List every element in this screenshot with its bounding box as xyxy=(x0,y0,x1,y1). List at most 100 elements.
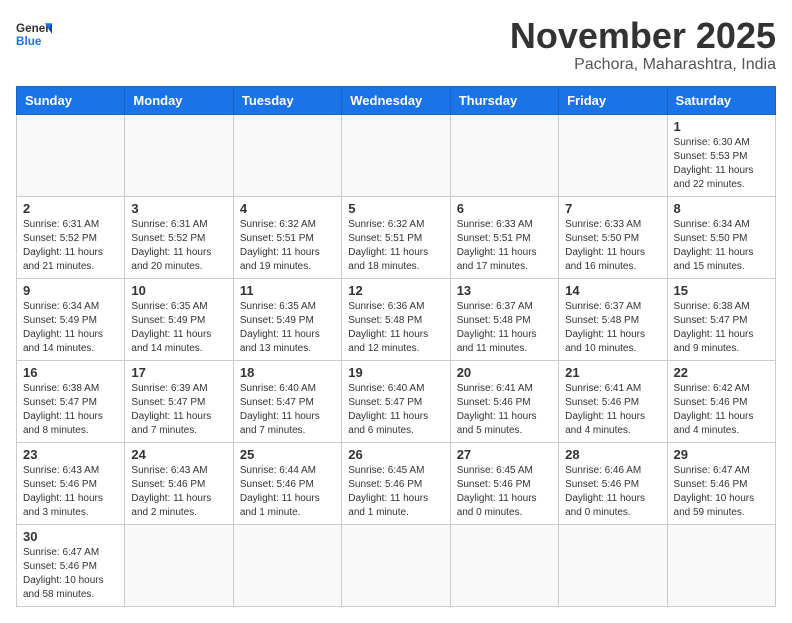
day-info: Sunrise: 6:31 AM Sunset: 5:52 PM Dayligh… xyxy=(23,218,118,274)
calendar-cell: 27Sunrise: 6:45 AM Sunset: 5:46 PM Dayli… xyxy=(450,442,558,524)
calendar-cell: 24 Sunrise: 6:43 AM Sunset: 5:46 PM Dayli… xyxy=(125,442,233,524)
calendar-cell: 2 Sunrise: 6:31 AM Sunset: 5:52 PM Daylig… xyxy=(17,196,125,278)
day-number: 4 xyxy=(240,201,335,216)
day-info: Sunrise: 6:47 AM Sunset: 5:46 PM Dayligh… xyxy=(23,546,118,602)
day-number: 7 xyxy=(565,201,660,216)
day-info: Sunrise: 6:47 AM Sunset: 5:46 PM Dayligh… xyxy=(674,464,769,520)
day-info: Sunrise: 6:43 AM Sunset: 5:46 PM Dayligh… xyxy=(131,464,226,520)
day-number: 30 xyxy=(23,529,118,544)
calendar-cell xyxy=(342,524,450,606)
calendar-cell: 16 Sunrise: 6:38 AM Sunset: 5:47 PM Dayli… xyxy=(17,360,125,442)
day-number: 9 xyxy=(23,283,118,298)
day-info: Sunrise: 6:36 AM Sunset: 5:48 PM Dayligh… xyxy=(348,300,443,356)
day-info: Sunrise: 6:33 AM Sunset: 5:50 PM Dayligh… xyxy=(565,218,660,274)
calendar-cell xyxy=(559,524,667,606)
calendar-cell: 20Sunrise: 6:41 AM Sunset: 5:46 PM Dayli… xyxy=(450,360,558,442)
day-info: Sunrise: 6:38 AM Sunset: 5:47 PM Dayligh… xyxy=(674,300,769,356)
day-number: 11 xyxy=(240,283,335,298)
calendar-body: 1 Sunrise: 6:30 AM Sunset: 5:53 PM Daylig… xyxy=(17,114,776,606)
calendar-cell: 14Sunrise: 6:37 AM Sunset: 5:48 PM Dayli… xyxy=(559,278,667,360)
calendar-cell: 30 Sunrise: 6:47 AM Sunset: 5:46 PM Dayli… xyxy=(17,524,125,606)
day-number: 1 xyxy=(674,119,769,134)
location: Pachora, Maharashtra, India xyxy=(510,56,776,74)
calendar-cell: 4 Sunrise: 6:32 AM Sunset: 5:51 PM Daylig… xyxy=(233,196,341,278)
calendar-cell: 21 Sunrise: 6:41 AM Sunset: 5:46 PM Dayli… xyxy=(559,360,667,442)
calendar-week-row: 16 Sunrise: 6:38 AM Sunset: 5:47 PM Dayli… xyxy=(17,360,776,442)
calendar-cell xyxy=(450,114,558,196)
day-number: 14 xyxy=(565,283,660,298)
calendar-cell xyxy=(342,114,450,196)
weekday-row: SundayMondayTuesdayWednesdayThursdayFrid… xyxy=(17,86,776,114)
calendar-cell: 19Sunrise: 6:40 AM Sunset: 5:47 PM Dayli… xyxy=(342,360,450,442)
day-info: Sunrise: 6:40 AM Sunset: 5:47 PM Dayligh… xyxy=(240,382,335,438)
calendar-cell: 18 Sunrise: 6:40 AM Sunset: 5:47 PM Dayli… xyxy=(233,360,341,442)
day-number: 22 xyxy=(674,365,769,380)
day-number: 13 xyxy=(457,283,552,298)
day-number: 16 xyxy=(23,365,118,380)
day-number: 15 xyxy=(674,283,769,298)
svg-text:Blue: Blue xyxy=(16,35,42,48)
title-block: November 2025 Pachora, Maharashtra, Indi… xyxy=(510,16,776,74)
day-number: 28 xyxy=(565,447,660,462)
weekday-header: Monday xyxy=(125,86,233,114)
calendar-cell: 25Sunrise: 6:44 AM Sunset: 5:46 PM Dayli… xyxy=(233,442,341,524)
day-info: Sunrise: 6:31 AM Sunset: 5:52 PM Dayligh… xyxy=(131,218,226,274)
weekday-header: Thursday xyxy=(450,86,558,114)
calendar-cell xyxy=(667,524,775,606)
day-info: Sunrise: 6:33 AM Sunset: 5:51 PM Dayligh… xyxy=(457,218,552,274)
calendar-week-row: 1 Sunrise: 6:30 AM Sunset: 5:53 PM Daylig… xyxy=(17,114,776,196)
calendar-cell: 12 Sunrise: 6:36 AM Sunset: 5:48 PM Dayli… xyxy=(342,278,450,360)
day-number: 2 xyxy=(23,201,118,216)
day-number: 10 xyxy=(131,283,226,298)
day-number: 25 xyxy=(240,447,335,462)
calendar-cell: 11Sunrise: 6:35 AM Sunset: 5:49 PM Dayli… xyxy=(233,278,341,360)
calendar-cell: 22 Sunrise: 6:42 AM Sunset: 5:46 PM Dayli… xyxy=(667,360,775,442)
calendar-week-row: 30 Sunrise: 6:47 AM Sunset: 5:46 PM Dayli… xyxy=(17,524,776,606)
day-info: Sunrise: 6:40 AM Sunset: 5:47 PM Dayligh… xyxy=(348,382,443,438)
day-number: 23 xyxy=(23,447,118,462)
calendar-cell: 26Sunrise: 6:45 AM Sunset: 5:46 PM Dayli… xyxy=(342,442,450,524)
weekday-header: Tuesday xyxy=(233,86,341,114)
day-info: Sunrise: 6:32 AM Sunset: 5:51 PM Dayligh… xyxy=(348,218,443,274)
day-info: Sunrise: 6:42 AM Sunset: 5:46 PM Dayligh… xyxy=(674,382,769,438)
day-number: 12 xyxy=(348,283,443,298)
day-number: 27 xyxy=(457,447,552,462)
calendar-cell xyxy=(125,524,233,606)
day-number: 21 xyxy=(565,365,660,380)
weekday-header: Wednesday xyxy=(342,86,450,114)
calendar-cell: 8 Sunrise: 6:34 AM Sunset: 5:50 PM Daylig… xyxy=(667,196,775,278)
day-info: Sunrise: 6:45 AM Sunset: 5:46 PM Dayligh… xyxy=(348,464,443,520)
day-number: 29 xyxy=(674,447,769,462)
day-number: 5 xyxy=(348,201,443,216)
calendar-cell: 15 Sunrise: 6:38 AM Sunset: 5:47 PM Dayli… xyxy=(667,278,775,360)
calendar-cell: 28Sunrise: 6:46 AM Sunset: 5:46 PM Dayli… xyxy=(559,442,667,524)
day-number: 6 xyxy=(457,201,552,216)
day-info: Sunrise: 6:30 AM Sunset: 5:53 PM Dayligh… xyxy=(674,136,769,192)
day-info: Sunrise: 6:38 AM Sunset: 5:47 PM Dayligh… xyxy=(23,382,118,438)
calendar-cell: 13Sunrise: 6:37 AM Sunset: 5:48 PM Dayli… xyxy=(450,278,558,360)
calendar-header: SundayMondayTuesdayWednesdayThursdayFrid… xyxy=(17,86,776,114)
day-number: 3 xyxy=(131,201,226,216)
weekday-header: Friday xyxy=(559,86,667,114)
day-number: 18 xyxy=(240,365,335,380)
calendar-cell xyxy=(125,114,233,196)
day-info: Sunrise: 6:43 AM Sunset: 5:46 PM Dayligh… xyxy=(23,464,118,520)
calendar-cell xyxy=(233,114,341,196)
day-info: Sunrise: 6:34 AM Sunset: 5:50 PM Dayligh… xyxy=(674,218,769,274)
day-number: 20 xyxy=(457,365,552,380)
day-number: 8 xyxy=(674,201,769,216)
day-info: Sunrise: 6:41 AM Sunset: 5:46 PM Dayligh… xyxy=(565,382,660,438)
day-number: 24 xyxy=(131,447,226,462)
calendar-cell: 3 Sunrise: 6:31 AM Sunset: 5:52 PM Daylig… xyxy=(125,196,233,278)
day-info: Sunrise: 6:32 AM Sunset: 5:51 PM Dayligh… xyxy=(240,218,335,274)
page-header: General Blue November 2025 Pachora, Maha… xyxy=(16,16,776,74)
calendar-cell xyxy=(450,524,558,606)
logo-icon: General Blue xyxy=(16,16,52,52)
calendar-cell: 5 Sunrise: 6:32 AM Sunset: 5:51 PM Daylig… xyxy=(342,196,450,278)
calendar-week-row: 23 Sunrise: 6:43 AM Sunset: 5:46 PM Dayli… xyxy=(17,442,776,524)
calendar-cell xyxy=(233,524,341,606)
calendar-cell: 23 Sunrise: 6:43 AM Sunset: 5:46 PM Dayli… xyxy=(17,442,125,524)
day-info: Sunrise: 6:34 AM Sunset: 5:49 PM Dayligh… xyxy=(23,300,118,356)
month-title: November 2025 xyxy=(510,16,776,56)
day-info: Sunrise: 6:39 AM Sunset: 5:47 PM Dayligh… xyxy=(131,382,226,438)
